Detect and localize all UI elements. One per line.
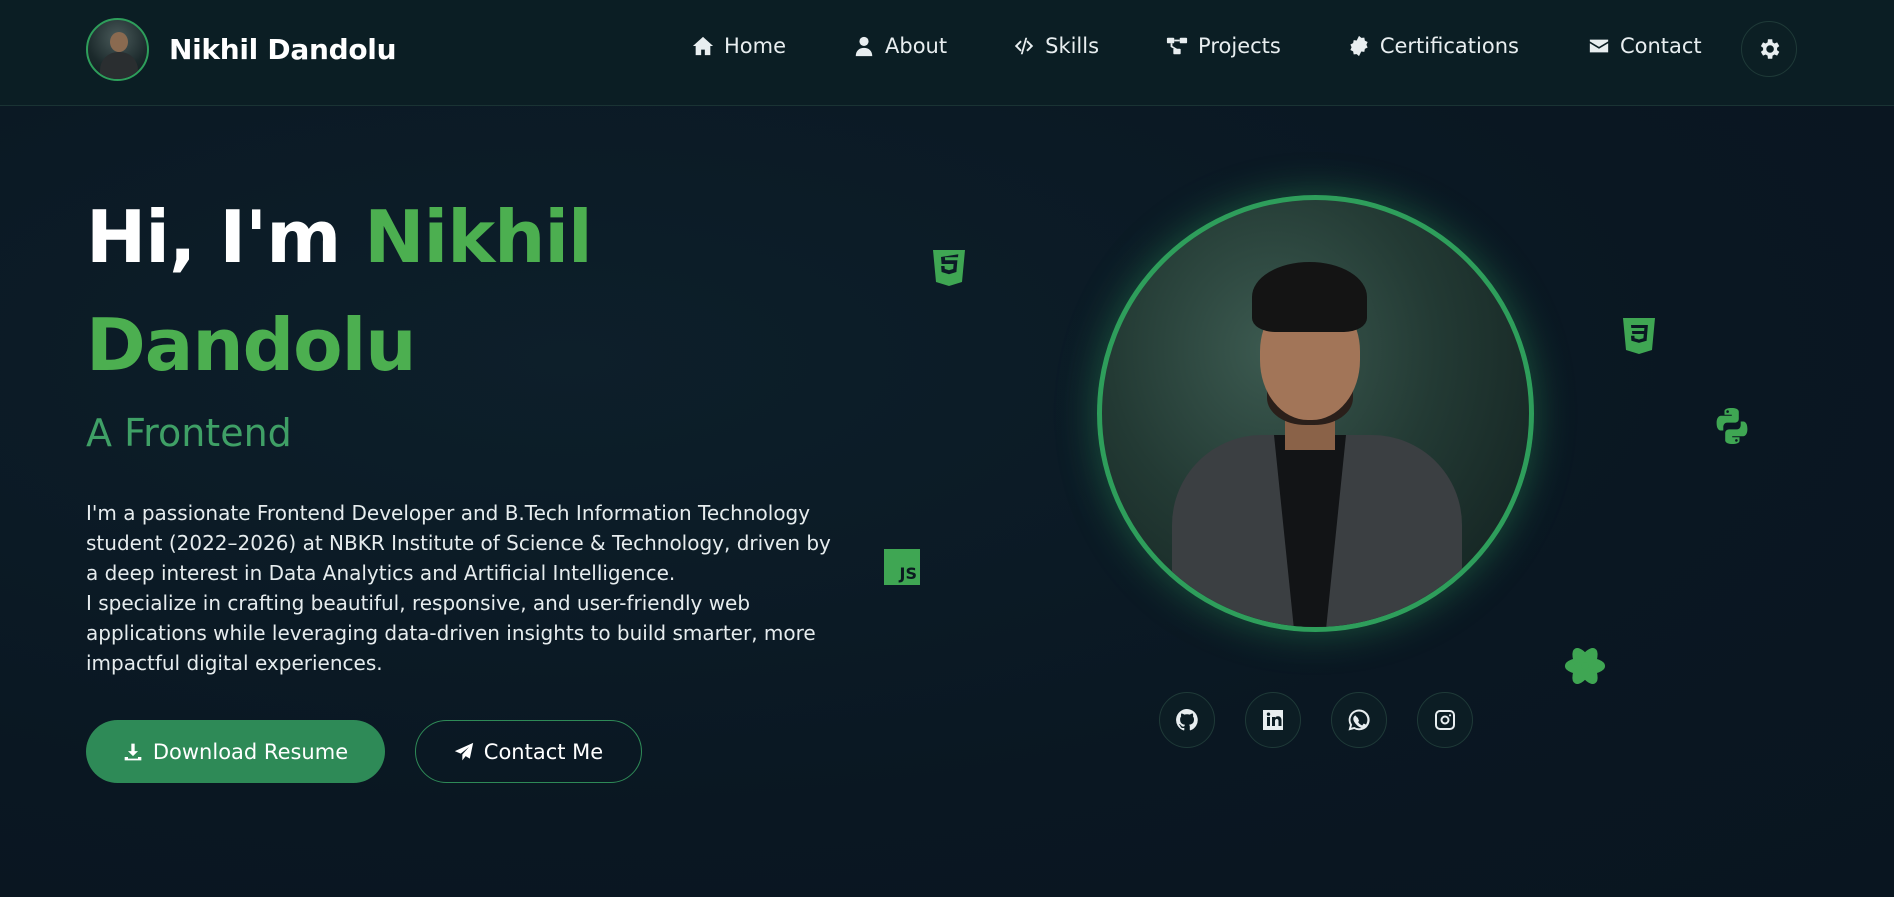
nav-item-contact[interactable]: Contact [1588,34,1702,58]
github-link[interactable] [1159,692,1215,748]
react-icon [1564,646,1606,686]
hero-subtitle: A Frontend [86,411,292,455]
hero-title: Hi, I'm Nikhil Dandolu [86,183,593,399]
python-icon [1713,407,1751,445]
paper-plane-icon [454,742,473,760]
javascript-label: JS [899,564,917,583]
description-paragraph: I specialize in crafting beautiful, resp… [86,591,816,675]
download-resume-label: Download Resume [152,739,349,764]
instagram-icon [1435,710,1455,730]
user-icon [855,36,873,57]
site-header: Nikhil Dandolu Home About Skills Project… [0,0,1894,106]
javascript-icon: JS [884,549,920,585]
nav-item-certifications[interactable]: Certifications [1348,34,1519,58]
hero-description: I'm a passionate Frontend Developer and … [86,498,846,678]
whatsapp-link[interactable] [1331,692,1387,748]
nav-item-label: About [885,34,948,58]
certificate-icon [1350,35,1368,57]
brand[interactable]: Nikhil Dandolu [86,18,397,81]
nav-item-projects[interactable]: Projects [1166,34,1281,58]
nav-item-skills[interactable]: Skills [1013,34,1099,58]
nav-item-about[interactable]: About [853,34,947,58]
brand-name: Nikhil Dandolu [169,33,397,66]
gear-icon [1760,39,1780,59]
download-resume-button[interactable]: Download Resume [86,720,385,783]
brand-avatar [86,18,149,81]
nav-item-label: Certifications [1379,34,1519,58]
project-diagram-icon [1166,37,1188,55]
whatsapp-icon [1348,709,1370,731]
profile-photo [1097,195,1534,632]
settings-button[interactable] [1741,21,1797,77]
hero-first-name: Nikhil [364,195,592,279]
contact-me-label: Contact Me [483,739,604,764]
download-icon [124,743,142,760]
github-icon [1176,709,1198,731]
hero-greeting: Hi, I'm [86,195,341,279]
nav-item-home[interactable]: Home [692,34,786,58]
nav-item-label: Skills [1045,34,1100,58]
linkedin-link[interactable] [1245,692,1301,748]
hero-last-name: Dandolu [86,303,417,387]
nav-item-label: Projects [1198,34,1281,58]
css3-icon [1622,317,1656,355]
linkedin-icon [1263,710,1283,730]
description-paragraph: I'm a passionate Frontend Developer and … [86,501,831,585]
main-nav: Home About Skills Projects Certification… [692,34,1702,58]
contact-me-button[interactable]: Contact Me [415,720,642,783]
home-icon [692,36,714,56]
nav-item-label: Home [724,34,787,58]
nav-item-label: Contact [1619,34,1702,58]
envelope-icon [1589,39,1609,53]
code-icon [1014,37,1034,55]
instagram-link[interactable] [1417,692,1473,748]
html5-icon [932,249,966,287]
